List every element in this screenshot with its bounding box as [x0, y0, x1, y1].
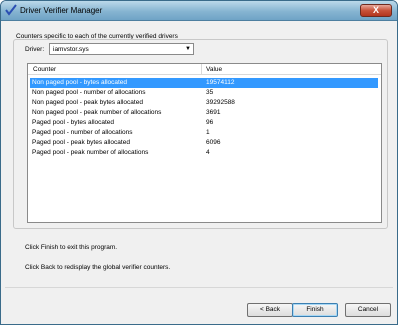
back-instruction: Click Back to redisplay the global verif…: [25, 264, 171, 271]
column-header-counter[interactable]: Counter: [33, 66, 56, 73]
table-row[interactable]: Non paged pool - peak number of allocati…: [30, 108, 378, 118]
window-title: Driver Verifier Manager: [20, 6, 103, 15]
table-row[interactable]: Non paged pool - bytes allocated 1957411…: [30, 78, 378, 88]
driver-selected-value: iamvstor.sys: [53, 46, 89, 53]
back-button[interactable]: < Back: [247, 303, 293, 317]
column-header-value[interactable]: Value: [206, 66, 222, 73]
driver-verifier-window: Driver Verifier Manager X Counters speci…: [0, 0, 398, 325]
finish-button[interactable]: Finish: [292, 303, 338, 317]
counter-cell: Non paged pool - number of allocations: [32, 89, 146, 96]
counter-cell: Paged pool - peak number of allocations: [32, 149, 149, 156]
table-row[interactable]: Paged pool - peak bytes allocated 6096: [30, 138, 378, 148]
title-bar: Driver Verifier Manager X: [1, 1, 397, 21]
counters-list[interactable]: Counter Value Non paged pool - bytes all…: [27, 63, 382, 223]
value-cell: 3691: [206, 109, 221, 116]
value-cell: 39292588: [206, 99, 235, 106]
counter-cell: Paged pool - number of allocations: [32, 129, 133, 136]
list-header: Counter Value: [28, 64, 381, 75]
column-divider[interactable]: [201, 64, 202, 74]
driver-label: Driver:: [25, 46, 45, 53]
table-row[interactable]: Paged pool - peak number of allocations …: [30, 148, 378, 158]
close-button[interactable]: X: [360, 4, 392, 17]
chevron-down-icon: ▼: [185, 46, 191, 52]
counter-cell: Non paged pool - peak number of allocati…: [32, 109, 162, 116]
verifier-checkmark-icon: [5, 4, 17, 16]
table-row[interactable]: Paged pool - number of allocations 1: [30, 128, 378, 138]
value-cell: 19574112: [206, 79, 235, 86]
counter-cell: Paged pool - peak bytes allocated: [32, 139, 130, 146]
table-row[interactable]: Paged pool - bytes allocated 96: [30, 118, 378, 128]
value-cell: 6096: [206, 139, 221, 146]
table-row[interactable]: Non paged pool - peak bytes allocated 39…: [30, 98, 378, 108]
table-row[interactable]: Non paged pool - number of allocations 3…: [30, 88, 378, 98]
value-cell: 35: [206, 89, 214, 96]
counter-cell: Paged pool - bytes allocated: [32, 119, 115, 126]
value-cell: 96: [206, 119, 214, 126]
value-cell: 4: [206, 149, 210, 156]
counter-cell: Non paged pool - bytes allocated: [32, 79, 128, 86]
footer-divider: [5, 287, 393, 288]
driver-dropdown[interactable]: iamvstor.sys ▼: [49, 43, 194, 55]
finish-instruction: Click Finish to exit this program.: [25, 244, 118, 251]
cancel-button[interactable]: Cancel: [345, 303, 391, 317]
value-cell: 1: [206, 129, 210, 136]
counter-cell: Non paged pool - peak bytes allocated: [32, 99, 143, 106]
